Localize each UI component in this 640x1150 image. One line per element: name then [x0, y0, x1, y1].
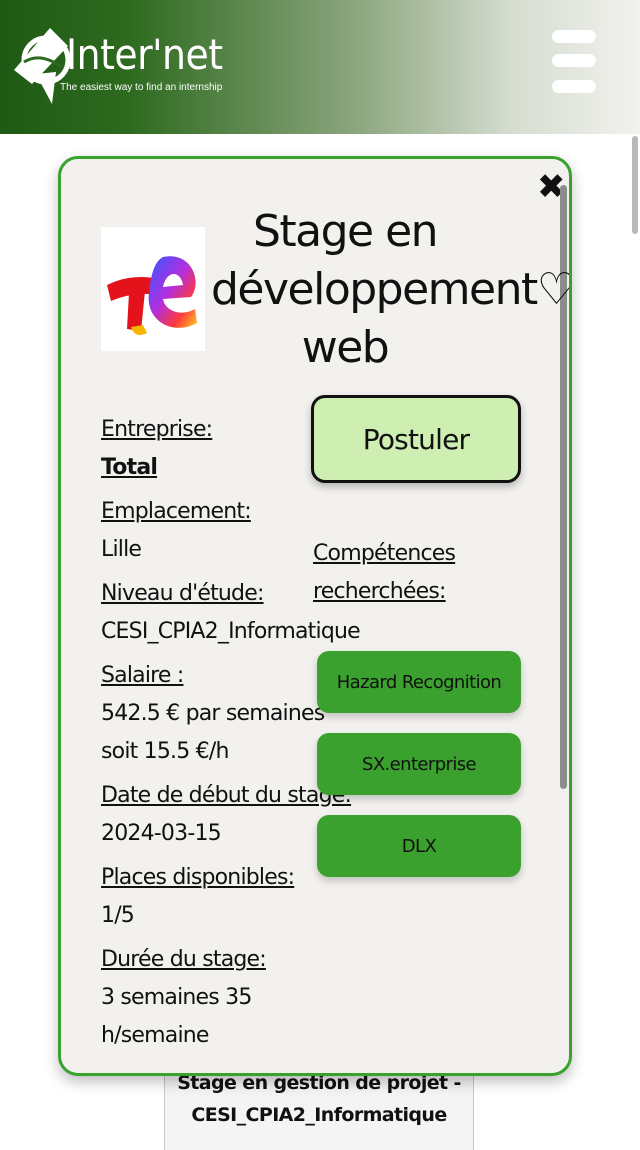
start-date-field: Date de début du stage: 2024-03-15	[101, 777, 352, 853]
skill-tag[interactable]: Hazard Recognition	[317, 651, 521, 713]
duration-label: Durée du stage:	[101, 947, 267, 972]
company-field: Entreprise: Total	[101, 411, 331, 487]
hamburger-menu-icon[interactable]	[552, 30, 598, 96]
company-logo	[101, 227, 205, 351]
menu-bar	[552, 30, 596, 43]
skill-tag[interactable]: SX.enterprise	[317, 733, 521, 795]
menu-bar	[552, 54, 596, 67]
site-header: Inter'net The easiest way to find an int…	[0, 0, 640, 134]
skills-label: Compétences recherchées:	[313, 541, 456, 604]
location-label: Emplacement:	[101, 499, 252, 524]
level-label: Niveau d'étude:	[101, 581, 264, 606]
salary-field: Salaire : 542.5 € par semaines soit 15.5…	[101, 657, 331, 771]
apply-button[interactable]: Postuler	[311, 395, 521, 483]
places-field: Places disponibles: 1/5	[101, 859, 331, 935]
offer-modal: ✖ Stage en développement♡ web Entreprise…	[58, 156, 572, 1076]
offer-details: Entreprise: Total Emplacement: Lille Niv…	[101, 411, 361, 1061]
salary-label: Salaire :	[101, 663, 184, 688]
menu-bar	[552, 80, 596, 93]
company-value[interactable]: Total	[101, 449, 331, 487]
company-label: Entreprise:	[101, 417, 213, 442]
location-value: Lille	[101, 537, 142, 562]
places-label: Places disponibles:	[101, 865, 295, 890]
offer-title: Stage en développement♡ web	[211, 206, 572, 373]
location-field: Emplacement: Lille	[101, 493, 331, 569]
skill-tag[interactable]: DLX	[317, 815, 521, 877]
duration-value: 3 semaines 35 h/semaine	[101, 985, 252, 1048]
duration-field: Durée du stage: 3 semaines 35 h/semaine	[101, 941, 331, 1055]
level-field: Niveau d'étude: CESI_CPIA2_Informatique	[101, 575, 361, 651]
brand-name[interactable]: Inter'net	[66, 30, 223, 80]
start-date-label: Date de début du stage:	[101, 783, 352, 808]
level-value: CESI_CPIA2_Informatique	[101, 619, 361, 644]
salary-value: 542.5 € par semaines soit 15.5 €/h	[101, 701, 325, 764]
places-value: 1/5	[101, 903, 135, 928]
background-offer-level: CESI_CPIA2_Informatique	[191, 1104, 447, 1126]
total-logo-icon	[107, 256, 197, 335]
brand-tagline: The easiest way to find an internship	[60, 82, 223, 93]
start-date-value: 2024-03-15	[101, 821, 222, 846]
page-scrollbar[interactable]	[632, 136, 638, 234]
